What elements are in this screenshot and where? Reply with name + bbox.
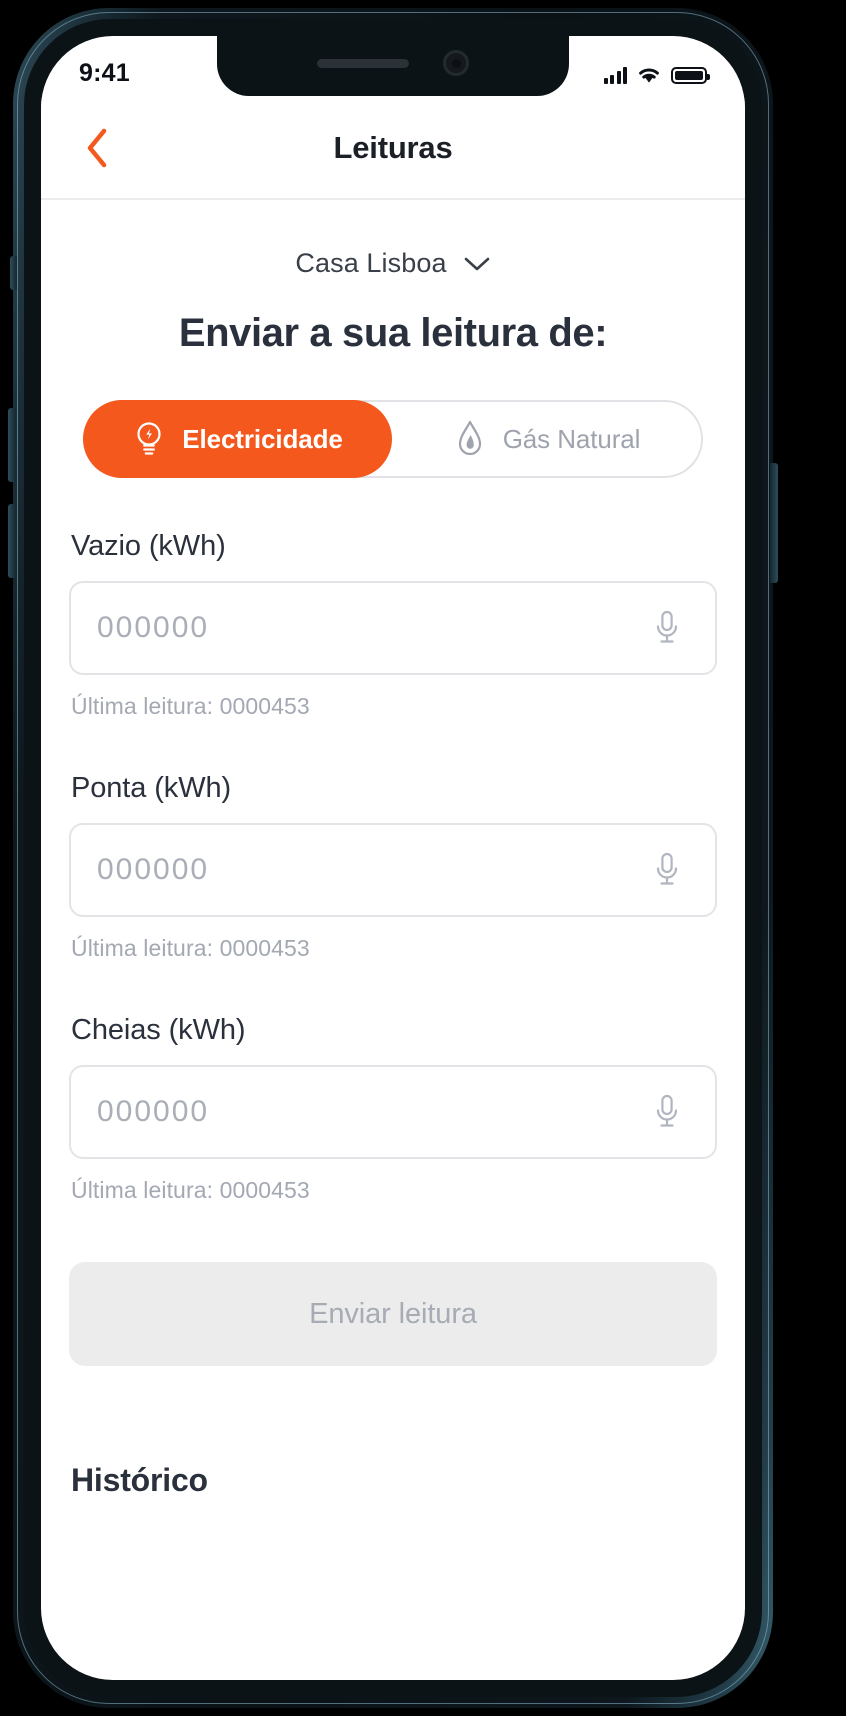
reading-input-ponta[interactable] bbox=[97, 853, 645, 887]
voice-input-button-cheias[interactable] bbox=[645, 1090, 689, 1134]
status-bar: 9:41 bbox=[41, 36, 745, 98]
silent-switch-button[interactable] bbox=[10, 256, 17, 290]
house-selector-dropdown[interactable]: Casa Lisboa bbox=[69, 248, 717, 279]
status-bar-indicators bbox=[603, 65, 710, 84]
energy-type-segmented-control: Electricidade Gás Natural bbox=[83, 400, 703, 478]
microphone-icon bbox=[656, 852, 678, 885]
status-bar-time: 9:41 bbox=[79, 58, 130, 87]
submit-reading-button[interactable]: Enviar leitura bbox=[69, 1262, 717, 1366]
cellular-bars-icon bbox=[603, 66, 627, 84]
wifi-icon bbox=[639, 68, 659, 83]
tab-gas-natural-label: Gás Natural bbox=[502, 423, 641, 454]
field-input-wrap-ponta[interactable] bbox=[69, 823, 717, 917]
lightbulb-icon bbox=[137, 422, 161, 455]
field-hint-vazio: Última leitura: 0000453 bbox=[71, 693, 310, 719]
power-button[interactable] bbox=[770, 463, 778, 583]
chevron-down-icon bbox=[464, 257, 489, 270]
voice-input-button-ponta[interactable] bbox=[645, 848, 689, 892]
page-title: Leituras bbox=[333, 130, 453, 165]
field-hint-cheias: Última leitura: 0000453 bbox=[71, 1177, 310, 1203]
reading-field-cheias: Cheias (kWh) Última leitura: 0000453 bbox=[69, 1014, 717, 1204]
flame-icon bbox=[458, 420, 481, 456]
field-label-cheias: Cheias (kWh) bbox=[71, 1014, 246, 1046]
section-heading: Enviar a sua leitura de: bbox=[178, 311, 608, 355]
volume-up-button[interactable] bbox=[8, 408, 16, 482]
field-input-wrap-vazio[interactable] bbox=[69, 581, 717, 675]
back-button[interactable] bbox=[75, 126, 119, 170]
voice-input-button-vazio[interactable] bbox=[645, 606, 689, 650]
microphone-icon bbox=[656, 610, 678, 643]
microphone-icon bbox=[656, 1094, 678, 1127]
tab-gas-natural[interactable]: Gás Natural bbox=[392, 402, 701, 476]
battery-full-icon bbox=[671, 66, 710, 84]
house-name-label: Casa Lisboa bbox=[295, 248, 447, 278]
field-label-vazio: Vazio (kWh) bbox=[71, 530, 226, 562]
volume-down-button[interactable] bbox=[8, 504, 16, 578]
tab-electricidade[interactable]: Electricidade bbox=[83, 400, 392, 478]
tab-electricidade-label: Electricidade bbox=[182, 423, 343, 454]
reading-field-ponta: Ponta (kWh) Última leitura: 0000453 bbox=[69, 772, 717, 962]
field-hint-ponta: Última leitura: 0000453 bbox=[71, 935, 310, 961]
phone-device-frame: 9:41 Leituras Casa Lisboa Enviar a sua l… bbox=[8, 8, 778, 1708]
chevron-left-icon bbox=[87, 128, 107, 168]
reading-field-vazio: Vazio (kWh) Última leitura: 0000453 bbox=[69, 530, 717, 720]
history-section-title: Histórico bbox=[71, 1462, 208, 1498]
nav-divider bbox=[41, 198, 745, 200]
phone-screen: 9:41 Leituras Casa Lisboa Enviar a sua l… bbox=[41, 36, 745, 1680]
field-input-wrap-cheias[interactable] bbox=[69, 1065, 717, 1159]
main-content: Casa Lisboa Enviar a sua leitura de: Ele… bbox=[41, 248, 745, 1499]
reading-input-vazio[interactable] bbox=[97, 611, 645, 645]
navigation-bar: Leituras bbox=[41, 98, 745, 198]
reading-input-cheias[interactable] bbox=[97, 1095, 645, 1129]
field-label-ponta: Ponta (kWh) bbox=[71, 772, 232, 804]
